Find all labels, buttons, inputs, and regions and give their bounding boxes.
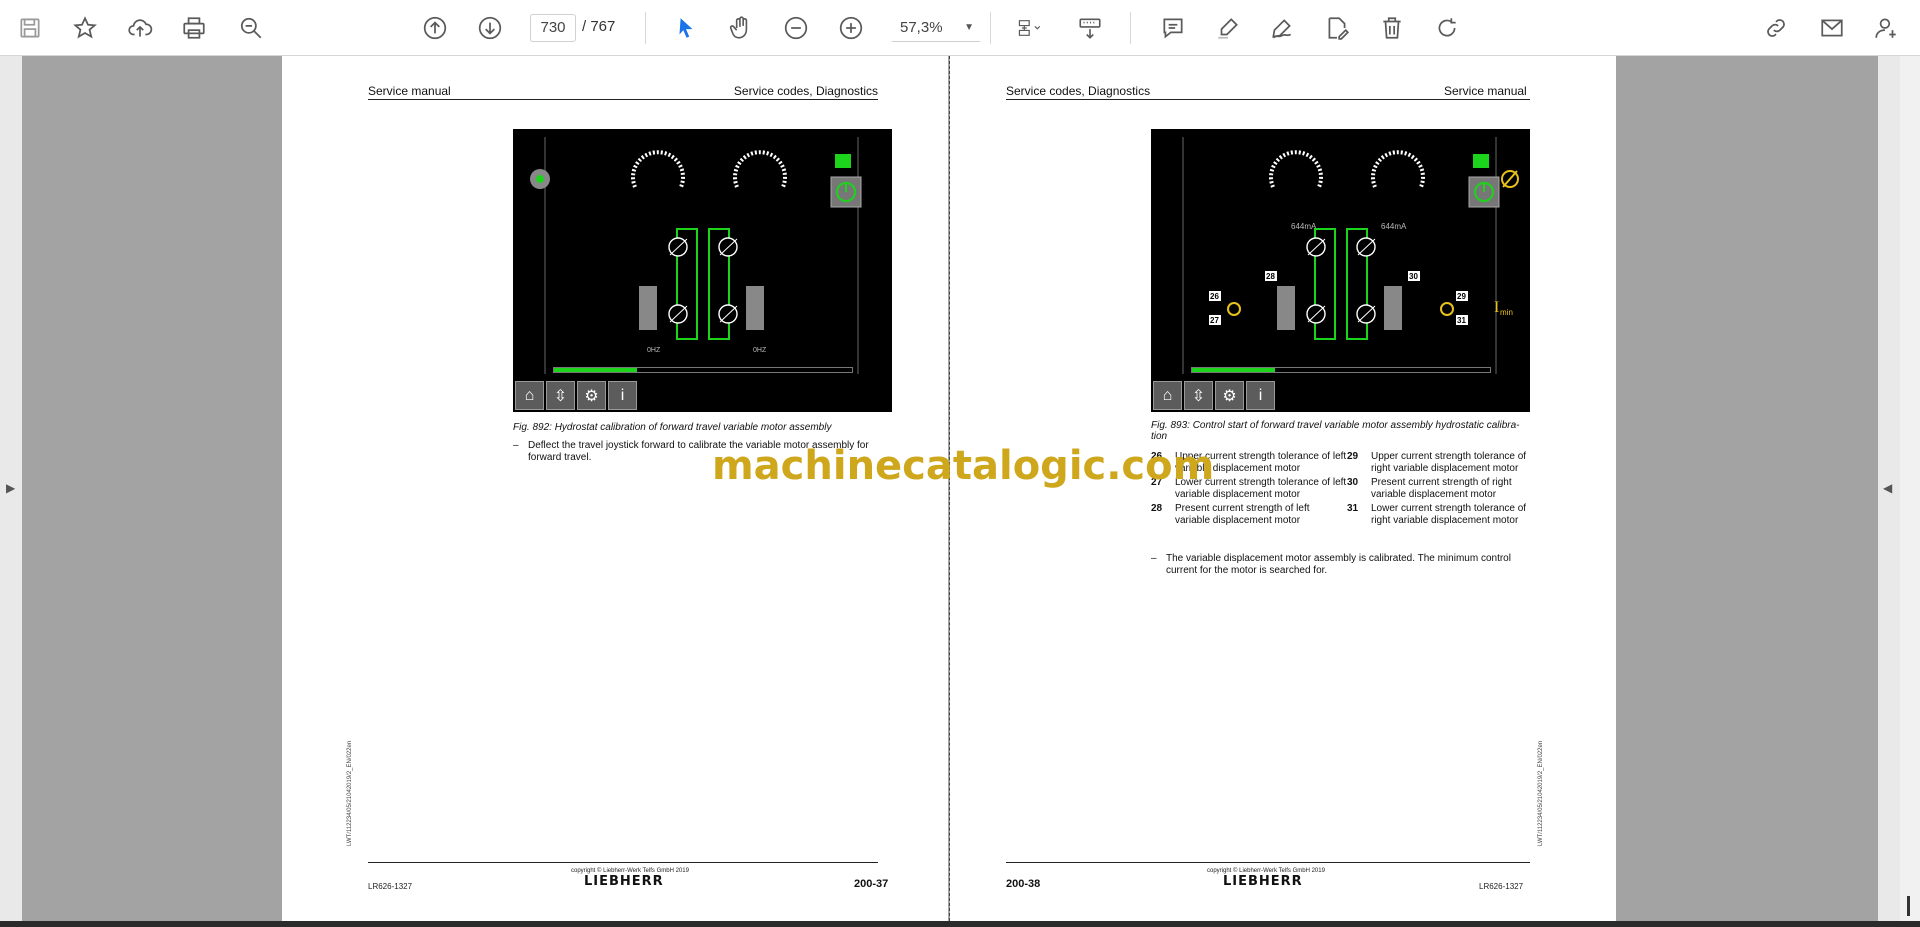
save-icon[interactable] [12,10,48,46]
calibration-progress-bar [553,367,853,373]
right-frequency-label: 0HZ [753,347,767,354]
caret-right-icon[interactable]: ▶ [6,481,15,495]
upload-cloud-icon[interactable] [122,10,158,46]
screen-nav-bar: ⌂ ⇳ ⚙ i [513,381,637,412]
chevron-down-icon: ▼ [964,22,974,33]
header-right-title: Service manual [1444,84,1527,98]
previous-page-icon[interactable] [417,10,453,46]
footer-model: LR626-1327 [1479,882,1524,891]
comment-icon[interactable] [1155,10,1191,46]
callout-31: 31 [1457,316,1466,325]
step-dash: – [513,440,519,451]
bottom-strip [0,921,1920,927]
diagnostic-screen-figure: 0HZ 0HZ ⌂ ⇳ ⚙ i [513,129,892,412]
updown-icon: ⇳ [546,381,575,410]
svg-text:I: I [1494,299,1499,316]
settings-gears-icon: ⚙ [577,381,606,410]
scroll-mode-icon[interactable] [1072,10,1108,46]
page-fit-icon[interactable] [1006,10,1054,46]
zoom-out-icon[interactable] [778,10,814,46]
header-rule [368,99,878,100]
calibration-progress-fill [1192,368,1276,372]
footer-model: LR626-1327 [368,882,413,891]
draw-pen-icon[interactable] [1264,10,1300,46]
legend-num: 30 [1347,477,1359,488]
zoom-level-select[interactable]: 57,3% ▼ [892,14,980,42]
toolbar: 730 / 767 57,3% ▼ [0,0,1920,56]
legend-text: Upper current strength tolerance of righ… [1371,451,1527,474]
figure-caption: Fig. 892: Hydrostat calibration of forwa… [513,422,832,433]
delete-trash-icon[interactable] [1374,10,1410,46]
step-dash: – [1151,553,1157,564]
current-right-label: 644mA [1381,222,1407,231]
legend-text: Lower current strength tolerance of righ… [1371,503,1527,526]
screen-nav-bar: ⌂ ⇳ ⚙ i [1151,381,1275,412]
print-icon[interactable] [176,10,212,46]
info-icon: i [608,381,637,410]
header-right-title: Service codes, Diagnostics [733,84,878,98]
imin-label: min [1500,308,1513,317]
zoom-in-icon[interactable] [833,10,869,46]
share-link-icon[interactable] [1758,10,1794,46]
info-icon: i [1246,381,1275,410]
footer-rule [1006,862,1530,863]
highlighter-icon[interactable] [1210,10,1246,46]
bookmark-star-icon[interactable] [67,10,103,46]
step-text: The variable displacement motor assembly… [1166,553,1511,576]
search-zoom-icon[interactable] [233,10,269,46]
page-total-label: / 767 [582,18,616,35]
header-rule [1006,99,1530,100]
next-page-icon[interactable] [472,10,508,46]
liebherr-logo: LIEBHERR [1223,874,1303,889]
email-icon[interactable] [1814,10,1850,46]
header-left-title: Service manual [368,84,451,98]
home-icon: ⌂ [1153,381,1182,410]
callout-27: 27 [1210,316,1219,325]
legend-num: 28 [1151,503,1163,514]
callout-29: 29 [1457,292,1466,301]
legend-text: Present current strength of left variabl… [1175,503,1310,526]
settings-gears-icon: ⚙ [1215,381,1244,410]
callout-28: 28 [1266,272,1275,281]
page-number-input[interactable]: 730 [530,14,576,42]
footer-rule [368,862,878,863]
header-left-title: Service codes, Diagnostics [1006,84,1151,98]
diagnostic-screen-figure: 644mA 644mA 26 27 28 29 30 31 I min ⌂ ⇳ … [1151,129,1530,412]
right-panel-toggle[interactable]: ◀ [1878,56,1900,921]
side-doc-code: LWT/112234/05/21042019/2_EN/022en [347,740,353,846]
legend-num: 29 [1347,451,1359,462]
zoom-level-value: 57,3% [900,19,943,36]
edit-document-icon[interactable] [1319,10,1355,46]
hand-tool-icon[interactable] [723,10,759,46]
scrollbar-thumb[interactable] [1907,896,1910,916]
liebherr-logo: LIEBHERR [584,874,664,889]
legend-num: 31 [1347,503,1359,514]
select-arrow-icon[interactable] [668,10,704,46]
left-frequency-label: 0HZ [647,347,661,354]
figure-caption: Fig. 893: Control start of forward trave… [1151,420,1520,442]
vertical-scrollbar[interactable] [1900,56,1920,921]
watermark-text: machinecatalogic.com [712,443,1215,489]
callout-26: 26 [1210,292,1219,301]
left-panel-toggle[interactable]: ▶ [0,56,22,921]
legend-text: Present current strength of right variab… [1371,477,1512,500]
account-icon[interactable] [1868,10,1904,46]
home-icon: ⌂ [515,381,544,410]
side-doc-code: LWT/112234/05/21042019/2_EN/022en [1538,740,1544,846]
current-left-label: 644mA [1291,222,1317,231]
calibration-progress-fill [554,368,638,372]
footer-page-number: 200-37 [854,878,889,890]
updown-icon: ⇳ [1184,381,1213,410]
caret-left-icon[interactable]: ◀ [1883,481,1892,495]
redo-icon[interactable] [1429,10,1465,46]
callout-30: 30 [1409,272,1418,281]
footer-page-number: 200-38 [1006,878,1041,890]
calibration-progress-bar [1191,367,1491,373]
